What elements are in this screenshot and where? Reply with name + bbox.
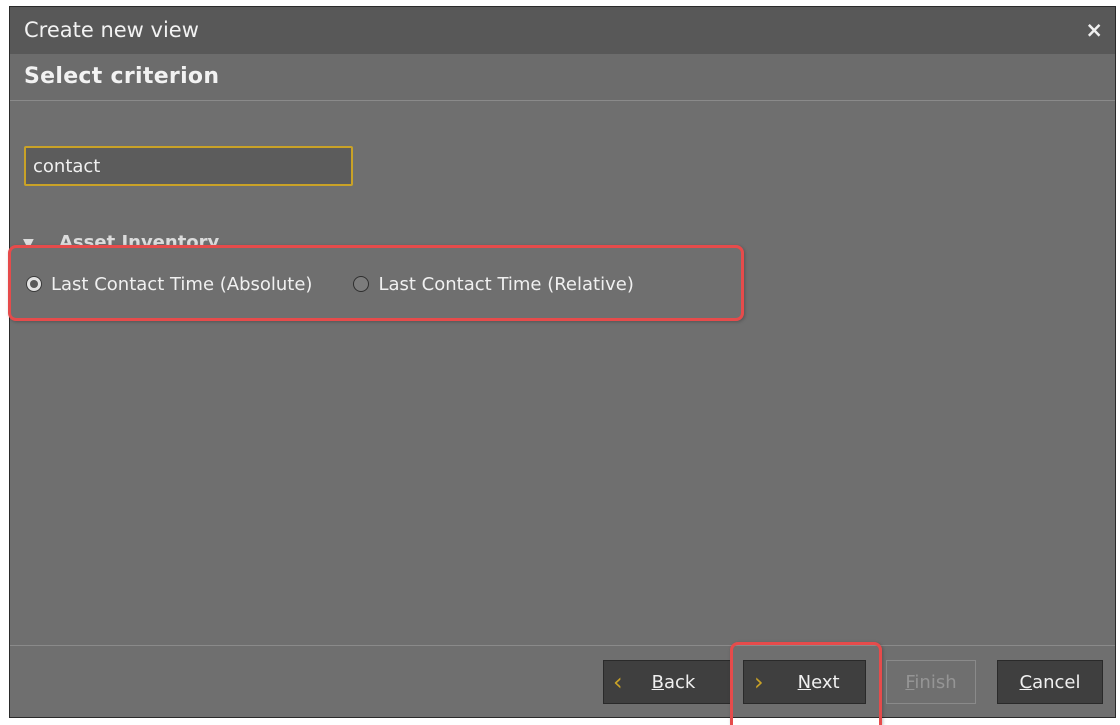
finish-button[interactable]: Finish (886, 660, 976, 704)
create-view-dialog: Create new view × Select criterion ▼Asse… (9, 6, 1116, 718)
annotation-highlight-options (8, 245, 744, 321)
close-icon[interactable]: × (1085, 18, 1103, 42)
footer-divider (10, 645, 1115, 646)
step-title: Select criterion (24, 64, 220, 89)
dialog-title: Create new view (24, 18, 199, 42)
dialog-titlebar[interactable]: Create new view × (10, 7, 1115, 54)
back-button[interactable]: ‹ Back (603, 660, 733, 704)
cancel-button-label: Cancel (1019, 671, 1081, 693)
cancel-button[interactable]: Cancel (997, 660, 1103, 704)
criterion-search-input[interactable] (24, 146, 353, 186)
chevron-left-icon: ‹ (613, 668, 623, 696)
back-button-label: Back (651, 671, 696, 693)
step-header: Select criterion (10, 54, 1115, 101)
finish-button-label: Finish (905, 671, 957, 693)
annotation-highlight-next (730, 642, 882, 725)
